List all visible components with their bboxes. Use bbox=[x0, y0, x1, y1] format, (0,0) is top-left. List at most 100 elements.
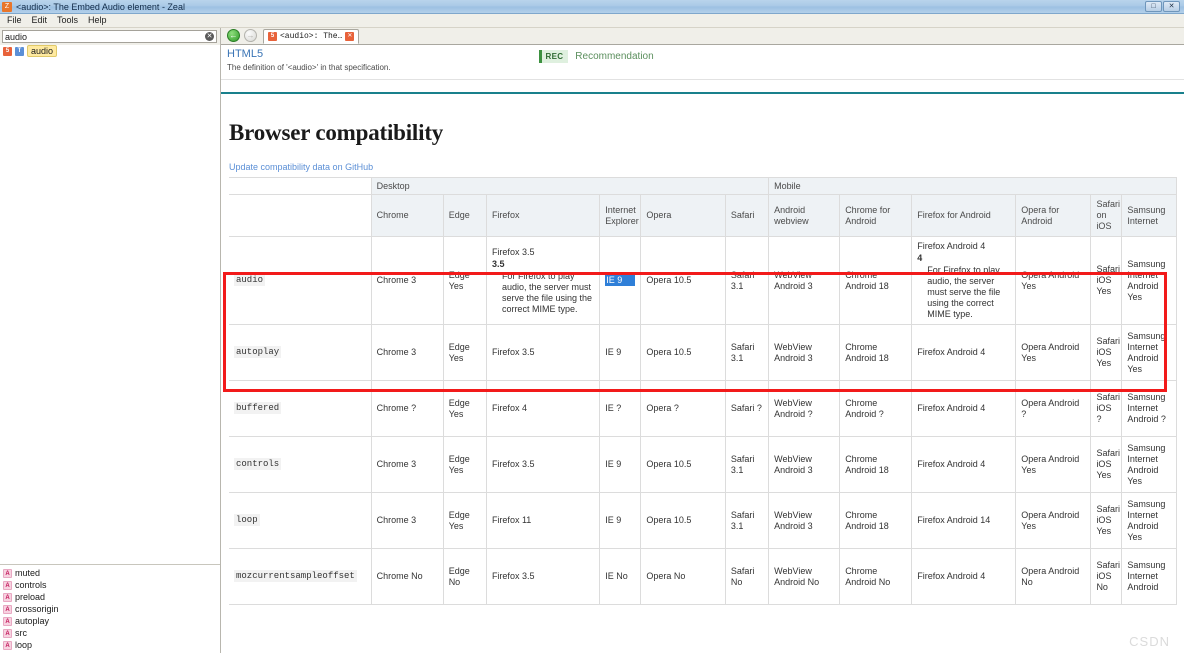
restore-window-button[interactable] bbox=[1145, 1, 1162, 12]
spec-description: The definition of '<audio>' in that spec… bbox=[227, 63, 391, 72]
cell-chrome: Chrome 3 bbox=[370, 236, 444, 325]
cell-safari: Safari No bbox=[724, 548, 770, 605]
cell-safari: Safari 3.1 bbox=[724, 236, 770, 325]
cell-android-webview: WebView Android ? bbox=[768, 380, 841, 437]
cell-value: Samsung Internet Android bbox=[1127, 560, 1166, 592]
status-badge: REC bbox=[538, 50, 569, 63]
cell-value: Firefox 3.5 bbox=[491, 571, 535, 581]
cell-value: Firefox 3.5 bbox=[491, 246, 535, 257]
cell-value: IE No bbox=[605, 571, 628, 581]
back-button[interactable] bbox=[227, 29, 240, 42]
feature-label: loop bbox=[234, 514, 260, 526]
cell-note-text: For Firefox to play audio, the server mu… bbox=[501, 270, 592, 314]
menu-help[interactable]: Help bbox=[83, 14, 112, 27]
cell-value: Opera No bbox=[646, 571, 686, 581]
cell-note-text: For Firefox to play audio, the server mu… bbox=[927, 265, 1001, 319]
list-item-label: autoplay bbox=[15, 616, 50, 626]
table-row[interactable]: loop Chrome 3 Edge Yes Firefox 11 IE 9 O… bbox=[229, 492, 1177, 549]
cell-value: Safari 3.1 bbox=[730, 341, 755, 363]
status-label: Recommendation bbox=[575, 51, 654, 62]
tree-item-label: audio bbox=[27, 45, 58, 57]
cell-value: Chrome Android 18 bbox=[845, 453, 889, 475]
cell-safari: Safari ? bbox=[724, 380, 770, 437]
close-window-button[interactable] bbox=[1163, 1, 1180, 12]
browser-compatibility-section: Browser compatibility Update compatibili… bbox=[221, 120, 1184, 605]
list-item-muted[interactable]: A muted bbox=[0, 567, 220, 579]
update-compat-link[interactable]: Update compatibility data on GitHub bbox=[229, 162, 373, 172]
cell-value: WebView Android 3 bbox=[774, 341, 813, 363]
tab-bar: 5 <audio>: The… bbox=[221, 28, 1184, 45]
cell-opera: Opera No bbox=[640, 548, 726, 605]
menu-file[interactable]: File bbox=[2, 14, 27, 27]
restore-icon bbox=[1146, 2, 1161, 11]
search-box[interactable] bbox=[2, 30, 217, 43]
cell-value: Firefox Android 4 bbox=[917, 347, 986, 357]
cell-opera-android: Opera Android Yes bbox=[1015, 236, 1092, 325]
list-item-crossorigin[interactable]: A crossorigin bbox=[0, 603, 220, 615]
cell-value: Edge Yes bbox=[448, 397, 470, 419]
cell-value: Safari iOS No bbox=[1096, 560, 1120, 592]
tree-item-audio[interactable]: 5 T audio bbox=[0, 45, 220, 57]
list-item-src[interactable]: A src bbox=[0, 627, 220, 639]
cell-samsung-internet: Samsung Internet Android Yes bbox=[1121, 236, 1177, 325]
cell-value: IE 9 bbox=[605, 459, 622, 469]
table-row[interactable]: controls Chrome 3 Edge Yes Firefox 3.5 I… bbox=[229, 436, 1177, 493]
cell-android-webview: WebView Android No bbox=[768, 548, 841, 605]
cell-value: Opera Android Yes bbox=[1021, 509, 1080, 531]
menu-tools[interactable]: Tools bbox=[52, 14, 83, 27]
close-tab-icon[interactable] bbox=[345, 32, 355, 41]
cell-value: Safari iOS Yes bbox=[1096, 504, 1120, 536]
cell-chrome-android: Chrome Android 18 bbox=[839, 324, 913, 381]
cell-firefox: Firefox 3.5 bbox=[485, 548, 601, 605]
list-item-controls[interactable]: A controls bbox=[0, 579, 220, 591]
document-view[interactable]: HTML5 The definition of '<audio>' in tha… bbox=[221, 45, 1184, 653]
cell-opera-android: Opera Android No bbox=[1015, 548, 1092, 605]
cell-samsung-internet: Samsung Internet Android ? bbox=[1121, 380, 1177, 437]
cell-firefox-android: Firefox Android 4 bbox=[911, 436, 1017, 493]
cell-firefox: Firefox 4 bbox=[485, 380, 601, 437]
cell-chrome-android: Chrome Android 18 bbox=[839, 436, 913, 493]
attribute-badge-icon: A bbox=[3, 604, 12, 614]
zeal-window: Z <audio>: The Embed Audio element - Zea… bbox=[0, 0, 1184, 653]
results-tree[interactable]: 5 T audio bbox=[0, 45, 220, 564]
list-item-preload[interactable]: A preload bbox=[0, 591, 220, 603]
cell-value: IE 9 bbox=[605, 347, 622, 357]
list-item-loop[interactable]: A loop bbox=[0, 639, 220, 651]
attribute-badge-icon: A bbox=[3, 580, 12, 590]
cell-safari-ios: Safari iOS No bbox=[1090, 548, 1123, 605]
spec-empty-cell bbox=[872, 45, 1184, 80]
search-input[interactable] bbox=[5, 31, 205, 42]
cell-internet-explorer: IE 9 bbox=[599, 236, 642, 325]
table-head: Desktop Mobile Chrome Edge Firefox Inter… bbox=[229, 177, 1177, 237]
cell-value: Samsung Internet Android Yes bbox=[1127, 442, 1166, 486]
cell-value: WebView Android 3 bbox=[774, 269, 813, 291]
list-item-autoplay[interactable]: A autoplay bbox=[0, 615, 220, 627]
cell-value: Edge Yes bbox=[448, 341, 470, 363]
table-row[interactable]: buffered Chrome ? Edge Yes Firefox 4 IE … bbox=[229, 380, 1177, 437]
cell-value: Opera ? bbox=[646, 403, 679, 413]
clear-search-icon[interactable] bbox=[205, 32, 214, 41]
sidebar: 5 T audio A muted A controls A preload bbox=[0, 28, 221, 653]
table-row[interactable]: autoplay Chrome 3 Edge Yes Firefox 3.5 I… bbox=[229, 324, 1177, 381]
window-controls bbox=[1145, 1, 1182, 12]
table-row[interactable]: audio Chrome 3 Edge Yes Firefox 3.5 3.5 … bbox=[229, 236, 1177, 325]
cell-value: IE ? bbox=[605, 403, 622, 413]
cell-firefox: Firefox 3.5 3.5 For Firefox to play audi… bbox=[485, 236, 601, 325]
tab-audio[interactable]: 5 <audio>: The… bbox=[263, 29, 360, 44]
cell-firefox-android: Firefox Android 4 bbox=[911, 380, 1017, 437]
cell-opera: Opera 10.5 bbox=[640, 236, 726, 325]
forward-button[interactable] bbox=[244, 29, 257, 42]
spec-name[interactable]: HTML5 bbox=[227, 48, 527, 61]
cell-value: WebView Android 3 bbox=[774, 509, 813, 531]
cell-safari: Safari 3.1 bbox=[724, 324, 770, 381]
table-row[interactable]: mozcurrentsampleoffset Chrome No Edge No… bbox=[229, 548, 1177, 605]
cell-samsung-internet: Samsung Internet Android Yes bbox=[1121, 436, 1177, 493]
app-icon: Z bbox=[2, 1, 12, 12]
cell-value: Safari 3.1 bbox=[730, 509, 755, 531]
cell-safari: Safari 3.1 bbox=[724, 492, 770, 549]
cell-value: Firefox Android 4 bbox=[917, 241, 986, 251]
specifications-table: HTML5 The definition of '<audio>' in tha… bbox=[221, 45, 1184, 80]
menu-edit[interactable]: Edit bbox=[27, 14, 53, 27]
feature-header bbox=[229, 194, 372, 237]
cell-opera: Opera 10.5 bbox=[640, 492, 726, 549]
